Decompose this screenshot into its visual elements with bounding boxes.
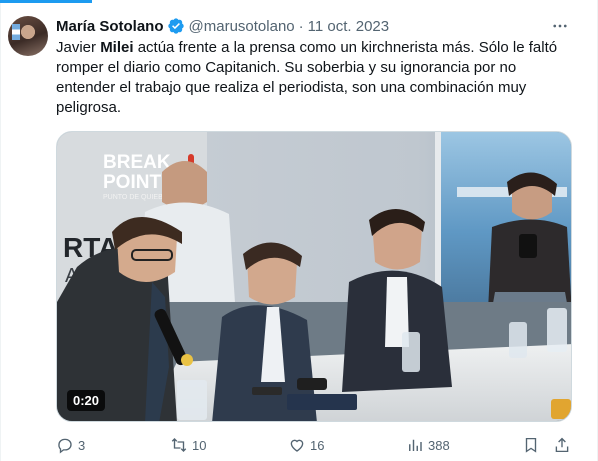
left-border	[0, 3, 1, 461]
action-bar: 3 10 16 388	[56, 434, 572, 456]
tweet-header: María Sotolano @marusotolano · 11 oct. 2…	[56, 16, 389, 36]
more-options-button[interactable]	[548, 14, 572, 38]
reply-button[interactable]: 3	[56, 434, 85, 456]
reply-icon	[58, 438, 72, 454]
share-button[interactable]	[553, 434, 571, 456]
share-icon	[555, 437, 569, 453]
heart-icon	[290, 439, 304, 452]
avatar[interactable]	[8, 16, 48, 56]
active-tab-indicator	[0, 0, 92, 3]
verified-badge-icon[interactable]	[167, 17, 185, 35]
bookmark-button[interactable]	[522, 434, 540, 456]
reply-count: 3	[78, 437, 86, 453]
repost-button[interactable]: 10	[170, 434, 206, 456]
video-timer: 0:20	[67, 390, 106, 411]
tweet-date[interactable]: 11 oct. 2023	[308, 18, 389, 35]
bookmark-icon	[525, 437, 537, 453]
like-count: 16	[310, 437, 325, 453]
svg-text:POINT: POINT	[103, 172, 161, 193]
like-button[interactable]: 16	[288, 434, 324, 456]
author-name[interactable]: María Sotolano	[56, 18, 164, 35]
author-handle[interactable]: @marusotolano	[189, 18, 295, 35]
views-count: 388	[428, 437, 450, 453]
video-frame: BREAK POINT PUNTO DE QUIEBRE RTAD AVANZ	[57, 132, 571, 421]
tweet-text: Javier Milei actúa frente a la prensa co…	[56, 39, 558, 116]
video-player[interactable]: BREAK POINT PUNTO DE QUIEBRE RTAD AVANZ	[56, 131, 572, 422]
separator-dot: ·	[298, 17, 304, 35]
views-button[interactable]: 388	[406, 434, 450, 456]
repost-count: 10	[192, 437, 207, 453]
more-icon	[553, 24, 567, 28]
views-icon	[409, 439, 422, 451]
svg-text:BREAK: BREAK	[103, 152, 171, 173]
repost-icon	[171, 438, 187, 452]
flag-icon	[12, 24, 20, 40]
mention-link[interactable]: Milei	[100, 39, 133, 56]
